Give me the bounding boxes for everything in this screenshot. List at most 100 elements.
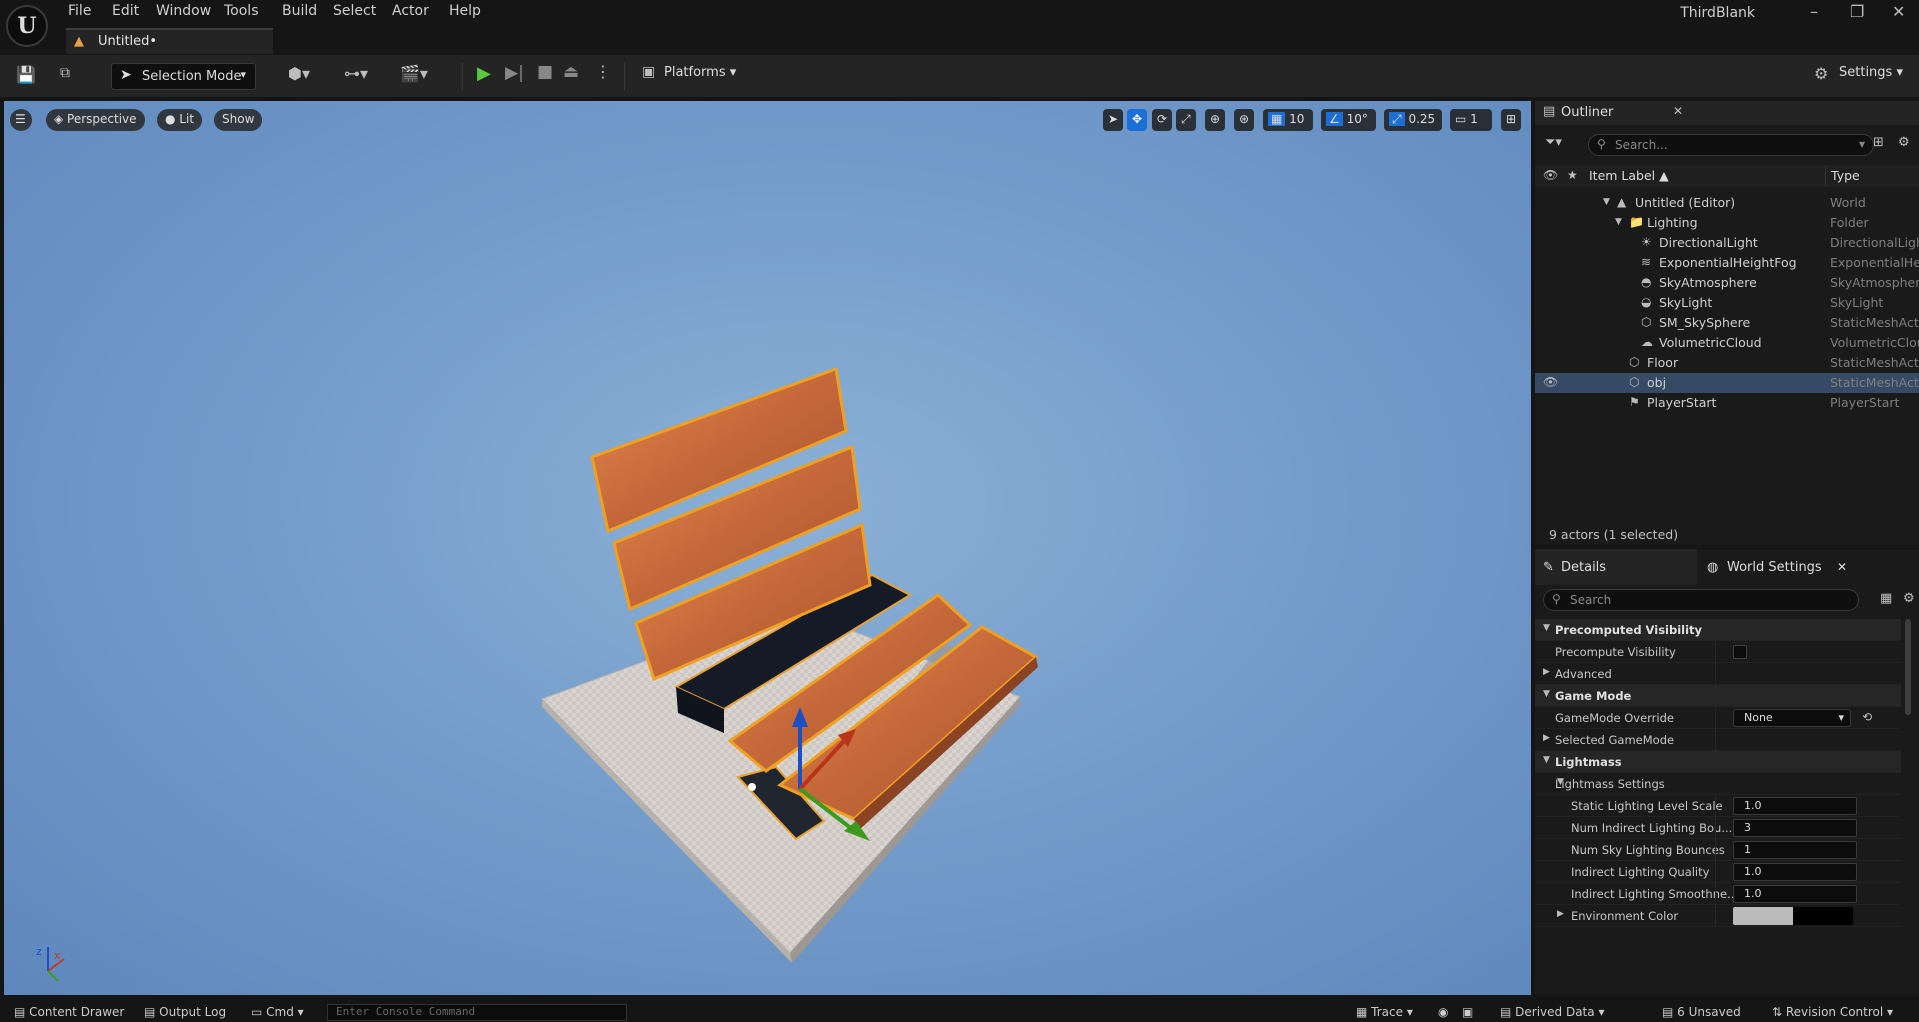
details-category[interactable]: ▼ Precomputed Visibility — [1535, 619, 1901, 641]
add-actor-icon[interactable]: ⬢▾ — [288, 64, 310, 83]
add-folder-icon[interactable]: ⊞ — [1873, 135, 1884, 150]
details-property-row[interactable]: Precompute Visibility — [1535, 641, 1901, 663]
tab-details[interactable]: ✎ Details — [1535, 549, 1695, 585]
trace-button[interactable]: ▦ Trace ▾ — [1356, 1005, 1413, 1019]
mesh-icon: ⬡ — [1629, 355, 1640, 369]
console-command-input[interactable]: Enter Console Command — [327, 1004, 627, 1021]
precompute-visibility-checkbox[interactable] — [1733, 645, 1747, 659]
chevron-down-icon: ▾ — [240, 68, 246, 81]
outliner-row[interactable]: ▼ 📁 Lighting Folder — [1535, 213, 1919, 233]
details-category[interactable]: ▼ Lightmass Settings — [1535, 773, 1901, 795]
expand-arrow-icon[interactable]: ▼ — [1615, 217, 1622, 227]
details-value-input[interactable]: 1 — [1733, 841, 1857, 859]
stop-icon[interactable]: ■ — [537, 62, 553, 82]
content-drawer-button[interactable]: ▤ Content Drawer — [14, 1005, 124, 1019]
derived-data-button[interactable]: ▤ Derived Data ▾ — [1500, 1005, 1604, 1019]
restore-icon[interactable]: ❐ — [1850, 2, 1864, 21]
close-world-settings-icon[interactable]: ✕ — [1837, 560, 1847, 574]
unreal-logo-icon[interactable]: U — [6, 5, 48, 47]
details-value-input[interactable]: 1.0 — [1733, 797, 1857, 815]
details-property-row[interactable]: ▶ Advanced — [1535, 663, 1901, 685]
menu-edit[interactable]: Edit — [112, 3, 139, 19]
cmd-dropdown[interactable]: ▭ Cmd ▾ — [251, 1005, 304, 1019]
outliner-row[interactable]: ⬡ SM_SkySphere StaticMeshActor — [1535, 313, 1919, 333]
platforms-button[interactable]: Platforms ▾ — [664, 65, 736, 80]
outliner-row[interactable]: ⬡ Floor StaticMeshActor — [1535, 353, 1919, 373]
minimize-icon[interactable]: – — [1810, 2, 1818, 21]
browse-icon[interactable]: ⧉ — [60, 65, 70, 81]
details-property-row[interactable]: Indirect Lighting Quality 1.0 — [1535, 861, 1901, 883]
eject-icon[interactable]: ⏏ — [563, 62, 579, 82]
expand-arrow-icon[interactable]: ▼ — [1603, 197, 1610, 207]
level-viewport[interactable]: ☰ ◈ Perspective ● Lit Show ➤ ✥ ⟳ ⤢ ⊕ ⊛ ▦… — [4, 101, 1531, 995]
cinematics-icon[interactable]: 🎬▾ — [400, 64, 428, 83]
outliner-row[interactable]: ◒ SkyLight SkyLight — [1535, 293, 1919, 313]
browse-gamemode-icon[interactable]: ⟲ — [1862, 710, 1872, 724]
close-outliner-icon[interactable]: ✕ — [1673, 104, 1683, 118]
status-bar: ▤ Content Drawer ▤ Output Log ▭ Cmd ▾ En… — [0, 1003, 1919, 1022]
details-property-row[interactable]: Indirect Lighting Smoothne... 1.0 — [1535, 883, 1901, 905]
outliner-row[interactable]: ◓ SkyAtmosphere SkyAtmosphere — [1535, 273, 1919, 293]
record-icon[interactable]: ◉ — [1438, 1005, 1448, 1019]
menu-actor[interactable]: Actor — [392, 3, 429, 19]
pin-column-icon[interactable]: ★ — [1567, 168, 1578, 182]
visibility-column-icon[interactable]: 👁 — [1543, 168, 1558, 182]
details-property-row[interactable]: Num Sky Lighting Bounces 1 — [1535, 839, 1901, 861]
scene-render: z x — [36, 366, 1039, 982]
details-category[interactable]: ▼ Lightmass — [1535, 751, 1901, 773]
collapse-arrow-icon[interactable]: ▼ — [1543, 623, 1550, 633]
outliner-row[interactable]: ⚑ PlayerStart PlayerStart — [1535, 393, 1919, 413]
settings-gear-icon[interactable]: ⚙ — [1898, 135, 1910, 150]
item-label-column[interactable]: Item Label ▲ — [1589, 168, 1669, 183]
table-view-icon[interactable]: ▦ — [1880, 591, 1892, 606]
environment-color-swatch[interactable] — [1733, 907, 1853, 925]
close-icon[interactable]: ✕ — [1892, 2, 1905, 21]
details-category[interactable]: ▼ Game Mode — [1535, 685, 1901, 707]
menu-tools[interactable]: Tools — [224, 3, 259, 19]
outliner-row[interactable]: ▼ ▲ Untitled (Editor) World — [1535, 193, 1919, 213]
details-property-row[interactable]: ▶ Environment Color — [1535, 905, 1901, 927]
outliner-row[interactable]: ≋ ExponentialHeightFog ExponentialHeightFo… — [1535, 253, 1919, 273]
revision-control-button[interactable]: ⇅ Revision Control ▾ — [1772, 1005, 1893, 1019]
collapse-arrow-icon[interactable]: ▼ — [1543, 689, 1550, 699]
menu-window[interactable]: Window — [156, 3, 211, 19]
more-options-icon[interactable]: ⋮ — [595, 62, 611, 81]
expand-arrow-icon[interactable]: ▶ — [1557, 909, 1564, 919]
play-icon[interactable]: ▶ — [477, 63, 491, 84]
outliner-row[interactable]: ☀ DirectionalLight DirectionalLight — [1535, 233, 1919, 253]
outliner-row[interactable]: 👁 ⬡ obj StaticMeshActor — [1535, 373, 1919, 393]
save-icon[interactable]: 💾 — [16, 65, 36, 84]
type-column[interactable]: Type — [1825, 168, 1860, 183]
visibility-icon[interactable]: 👁 — [1543, 375, 1558, 389]
menu-file[interactable]: File — [68, 3, 91, 19]
screenshot-icon[interactable]: ▣ — [1462, 1005, 1473, 1019]
expand-arrow-icon[interactable]: ▶ — [1543, 667, 1550, 677]
step-icon[interactable]: ▶| — [505, 63, 524, 83]
output-log-button[interactable]: ▤ Output Log — [144, 1005, 226, 1019]
details-property-row[interactable]: Num Indirect Lighting Bou... 3 — [1535, 817, 1901, 839]
settings-gear-icon[interactable]: ⚙ — [1903, 591, 1915, 606]
details-property-row[interactable]: GameMode Override None ▾ ⟲ — [1535, 707, 1901, 729]
details-property-row[interactable]: Static Lighting Level Scale 1.0 — [1535, 795, 1901, 817]
blueprint-icon[interactable]: ⊶▾ — [344, 64, 368, 83]
tab-world-settings[interactable]: ◍ World Settings ✕ — [1697, 549, 1919, 585]
details-property-row[interactable]: ▶ Selected GameMode — [1535, 729, 1901, 751]
details-value-input[interactable]: 3 — [1733, 819, 1857, 837]
outliner-row[interactable]: ☁ VolumetricCloud VolumetricCloud — [1535, 333, 1919, 353]
settings-button[interactable]: Settings ▾ — [1839, 65, 1903, 80]
expand-arrow-icon[interactable]: ▶ — [1543, 733, 1550, 743]
collapse-arrow-icon[interactable]: ▼ — [1543, 755, 1550, 765]
gamemode-override-dropdown[interactable]: None ▾ — [1733, 709, 1851, 727]
menu-build[interactable]: Build — [282, 3, 317, 19]
outliner-search-input[interactable]: ⚲ Search... ▾ — [1588, 134, 1874, 156]
menu-help[interactable]: Help — [449, 3, 481, 19]
details-search-input[interactable]: ⚲ Search — [1543, 589, 1859, 611]
menu-select[interactable]: Select — [333, 3, 376, 19]
filter-icon[interactable]: ⏷▾ — [1545, 135, 1562, 150]
details-scrollbar[interactable] — [1905, 619, 1911, 715]
level-tab[interactable]: ▲ Untitled• — [66, 28, 273, 54]
details-value-input[interactable]: 1.0 — [1733, 885, 1857, 903]
details-value-input[interactable]: 1.0 — [1733, 863, 1857, 881]
selection-mode-dropdown[interactable]: ➤ Selection Mode ▾ — [111, 63, 256, 90]
unsaved-button[interactable]: ▤ 6 Unsaved — [1662, 1005, 1741, 1019]
